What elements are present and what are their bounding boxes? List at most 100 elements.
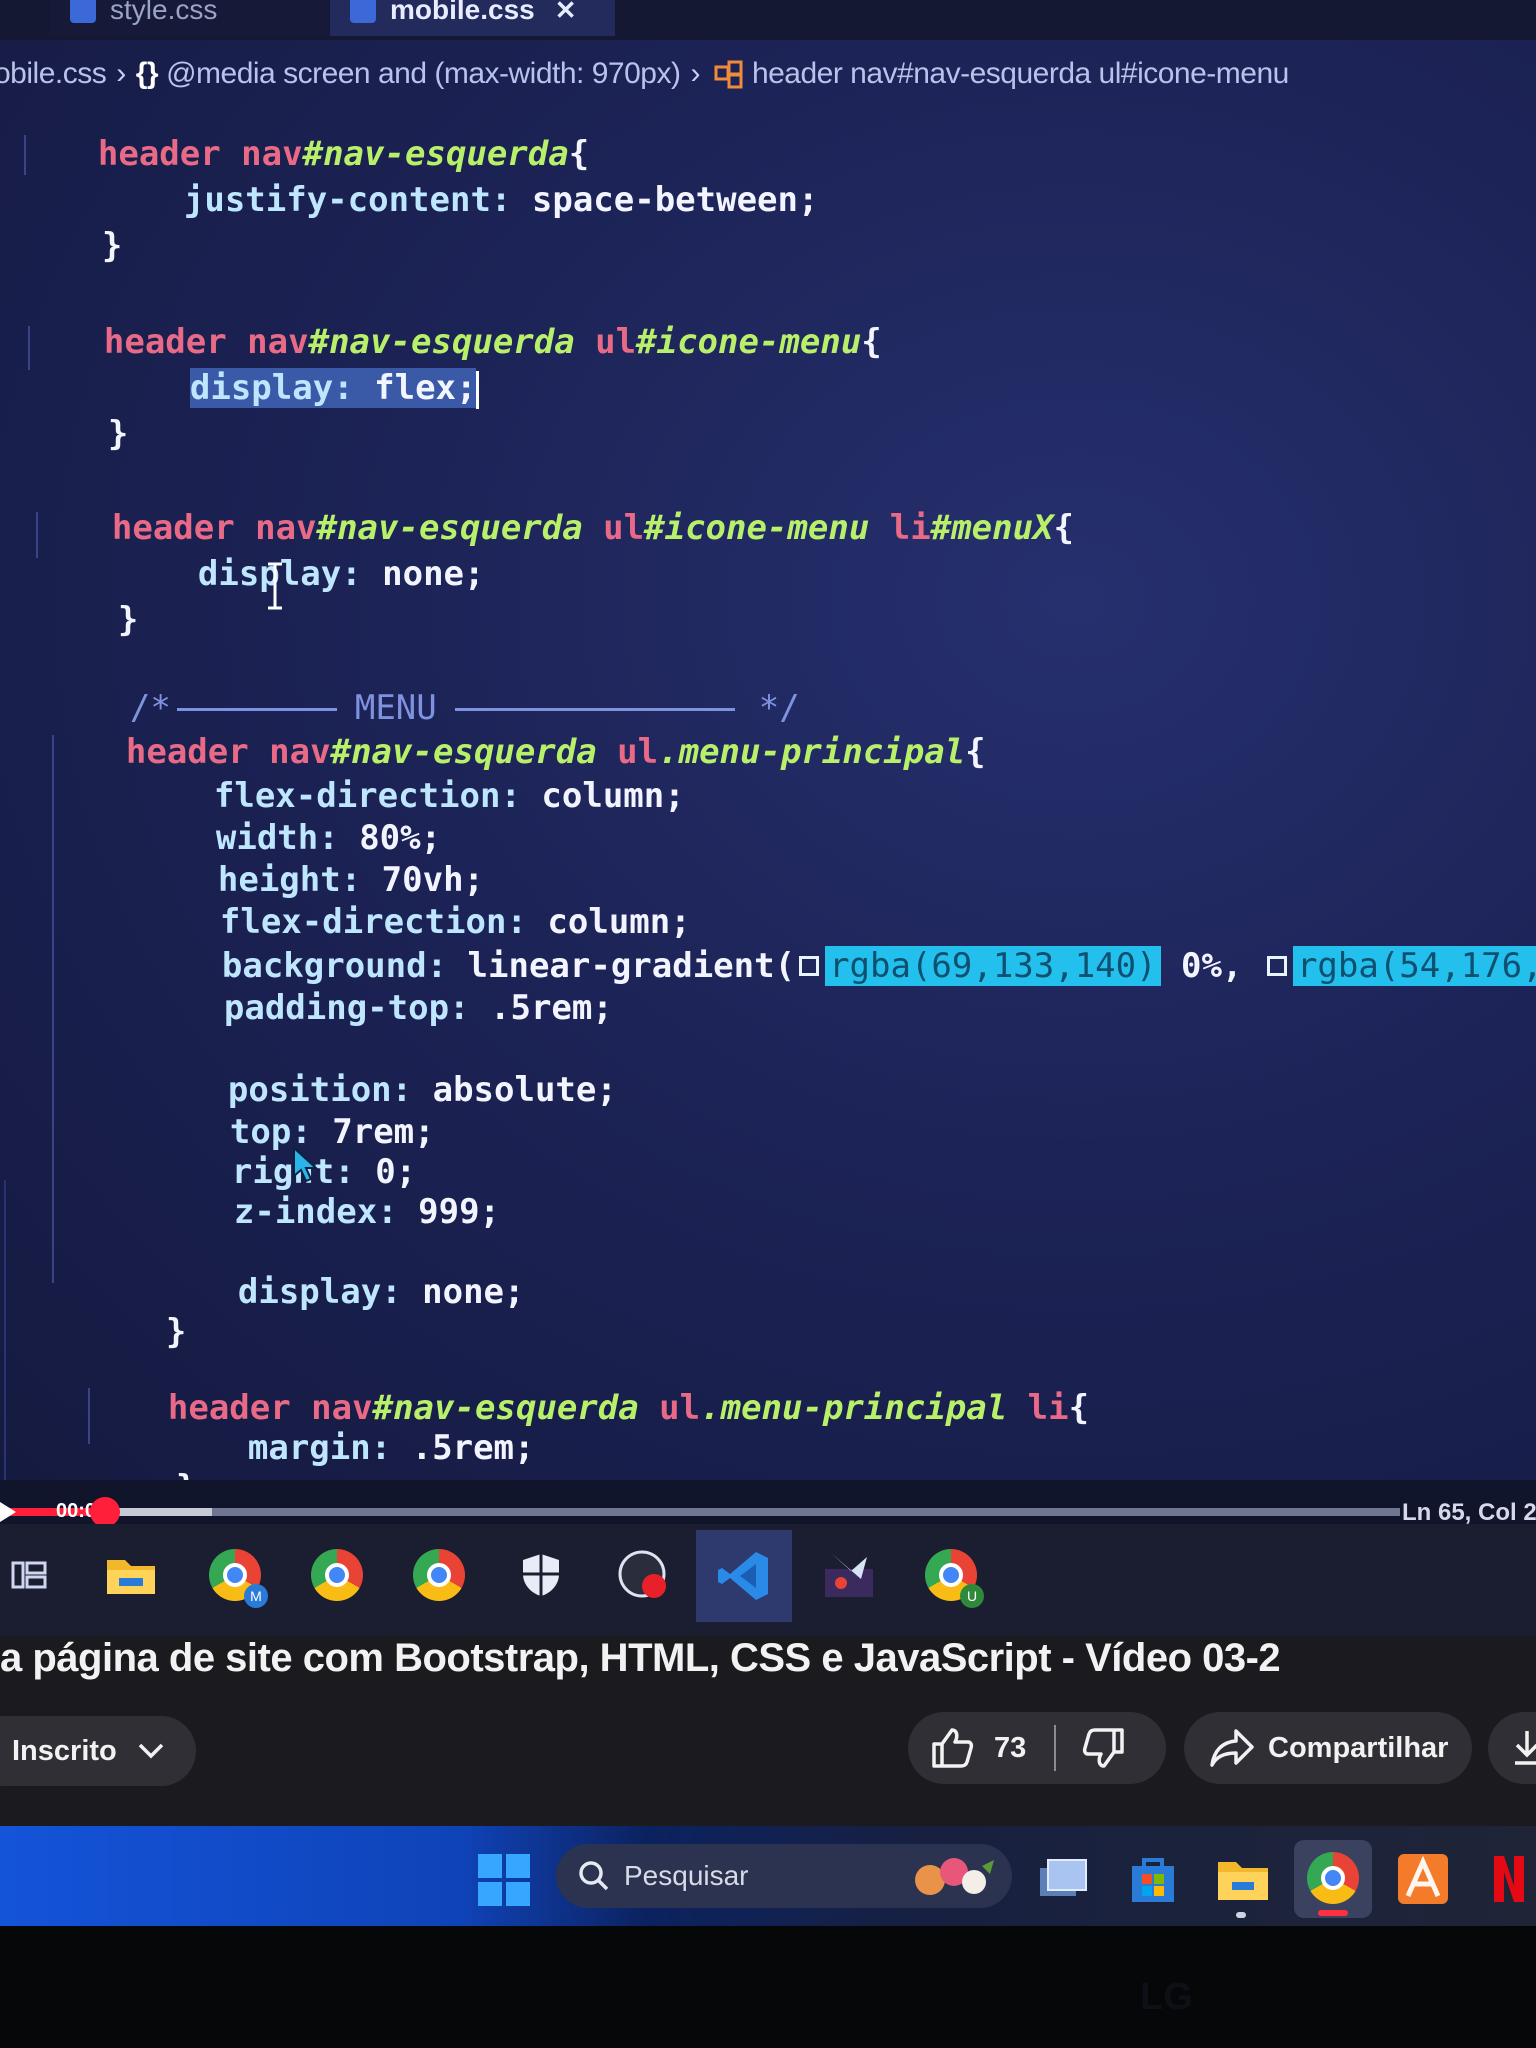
like-dislike-group: 73 — [908, 1712, 1166, 1784]
play-icon[interactable] — [0, 1500, 18, 1524]
game-icon[interactable] — [820, 1546, 878, 1604]
video-controls-strip — [0, 1480, 1536, 1524]
chevron-right-icon: › — [690, 57, 700, 90]
share-label: Compartilhar — [1268, 1731, 1449, 1764]
tab-label: mobile.css — [390, 0, 535, 25]
profile-badge: M — [244, 1584, 268, 1608]
search-icon — [579, 1861, 609, 1891]
microsoft-store-icon[interactable] — [1124, 1850, 1182, 1908]
download-icon — [1515, 1731, 1536, 1765]
css-property: padding-top: — [223, 988, 470, 1028]
css-value: column; — [520, 776, 685, 816]
breadcrumb: obile.css › {} @media screen and (max-wi… — [0, 52, 1536, 96]
css-value: none; — [401, 1272, 525, 1312]
color-value: rgba(54,176,224) — [1292, 946, 1536, 986]
code-line[interactable]: justify-content: space-between; — [102, 140, 819, 260]
css-id-selector: #icone-menu — [636, 322, 862, 362]
tab-mobile-css[interactable]: mobile.css ✕ — [330, 0, 615, 36]
css-selector: li — [869, 508, 931, 548]
code-line[interactable]: display: none; — [156, 1232, 525, 1352]
close-icon[interactable]: ✕ — [555, 0, 577, 26]
css-value: .5rem; — [391, 1428, 535, 1468]
css-file-icon — [70, 0, 96, 23]
css-value: 999; — [397, 1192, 501, 1232]
chrome-profile-m-icon[interactable]: M — [206, 1546, 268, 1608]
css-value: space-between; — [511, 180, 819, 220]
css-value: .5rem; — [469, 988, 613, 1028]
brace: { — [1068, 1388, 1090, 1428]
selector-symbol-icon — [714, 60, 743, 89]
share-icon — [1210, 1729, 1254, 1767]
css-selector: ul — [638, 1388, 701, 1428]
brace: { — [861, 322, 882, 362]
active-app-indicator — [1236, 1912, 1246, 1918]
brace: } — [101, 226, 123, 266]
css-property: display: — [189, 368, 354, 408]
mouse-pointer-icon — [293, 1146, 319, 1183]
vscode-icon[interactable] — [696, 1530, 792, 1622]
breadcrumb-selector[interactable]: header nav#nav-esquerda ul#icone-menu — [752, 57, 1289, 91]
obs-recorder-icon[interactable] — [614, 1546, 672, 1604]
css-file-icon — [350, 0, 376, 23]
share-button[interactable]: Compartilhar — [1184, 1712, 1472, 1784]
file-explorer-icon[interactable] — [1214, 1850, 1272, 1908]
monitor-bezel — [0, 1926, 1536, 2048]
active-app-indicator — [1318, 1910, 1348, 1916]
css-property: justify-content: — [183, 180, 512, 220]
css-class-selector: .menu-principal — [700, 1388, 1008, 1428]
like-count: 73 — [994, 1731, 1027, 1764]
file-explorer-icon[interactable] — [102, 1546, 160, 1604]
code-line[interactable]: display: none; — [116, 514, 485, 634]
taskbar-search[interactable]: Pesquisar — [556, 1844, 1012, 1908]
divider — [1054, 1725, 1057, 1771]
task-view-icon[interactable] — [0, 1546, 58, 1604]
chrome-icon[interactable] — [410, 1546, 468, 1604]
code-line-selected[interactable]: display: flex; — [108, 328, 480, 449]
search-highlight-art-icon — [915, 1858, 994, 1895]
indent-guide — [52, 735, 54, 1283]
css-property: display: — [237, 1272, 402, 1312]
thumbs-down-icon[interactable] — [1082, 1728, 1126, 1768]
css-property: margin: — [247, 1428, 392, 1468]
chevron-down-icon — [138, 1743, 163, 1759]
css-selector: ul — [574, 322, 637, 362]
app-a-icon[interactable] — [1394, 1850, 1452, 1908]
braces-icon: {} — [135, 57, 159, 90]
breadcrumb-media[interactable]: @media screen and (max-width: 970px) — [166, 57, 681, 91]
css-value: absolute; — [412, 1070, 617, 1110]
css-value: flex; — [353, 368, 477, 408]
editor-cursor-position: Ln 65, Col 2 — [1402, 1499, 1536, 1526]
ibeam-cursor-icon — [268, 562, 282, 610]
css-selector: li — [1007, 1388, 1069, 1428]
chrome-profile-u-icon[interactable]: U — [922, 1546, 984, 1608]
windows-start-icon[interactable] — [478, 1854, 530, 1906]
css-value: none; — [361, 554, 485, 594]
indent-guide — [4, 1180, 6, 1480]
tab-label: style.css — [110, 0, 218, 25]
css-class-selector: .menu-principal — [658, 732, 966, 772]
video-title: a página de site com Bootstrap, HTML, CS… — [0, 1636, 1281, 1680]
code-editor[interactable]: style.css mobile.css ✕ obile.css › {} @m… — [0, 0, 1536, 1500]
brace: { — [965, 732, 986, 772]
chrome-icon[interactable] — [308, 1546, 366, 1604]
brace: } — [117, 600, 139, 640]
css-id-selector: #menuX — [930, 508, 1054, 548]
brace: { — [1053, 508, 1075, 548]
css-value: 0%, — [1160, 946, 1263, 986]
netflix-icon[interactable] — [1484, 1850, 1532, 1908]
subscribed-button[interactable]: Inscrito — [0, 1716, 196, 1786]
text-cursor — [476, 370, 480, 409]
chrome-taskbar-button[interactable] — [1294, 1840, 1372, 1918]
tab-style-css[interactable]: style.css — [50, 0, 330, 36]
search-placeholder: Pesquisar — [624, 1860, 749, 1891]
video-progress-handle[interactable] — [90, 1497, 120, 1527]
task-view-icon[interactable] — [1034, 1850, 1092, 1908]
monitor-brand-logo: LG — [1140, 1976, 1193, 2018]
css-id-selector: #icone-menu — [644, 508, 870, 548]
chrome-icon — [1307, 1852, 1359, 1904]
breadcrumb-file[interactable]: obile.css — [0, 57, 107, 91]
color-swatch[interactable] — [799, 955, 820, 976]
thumbs-up-icon[interactable] — [930, 1728, 974, 1768]
shield-icon[interactable] — [512, 1546, 570, 1604]
color-swatch[interactable] — [1266, 955, 1287, 976]
